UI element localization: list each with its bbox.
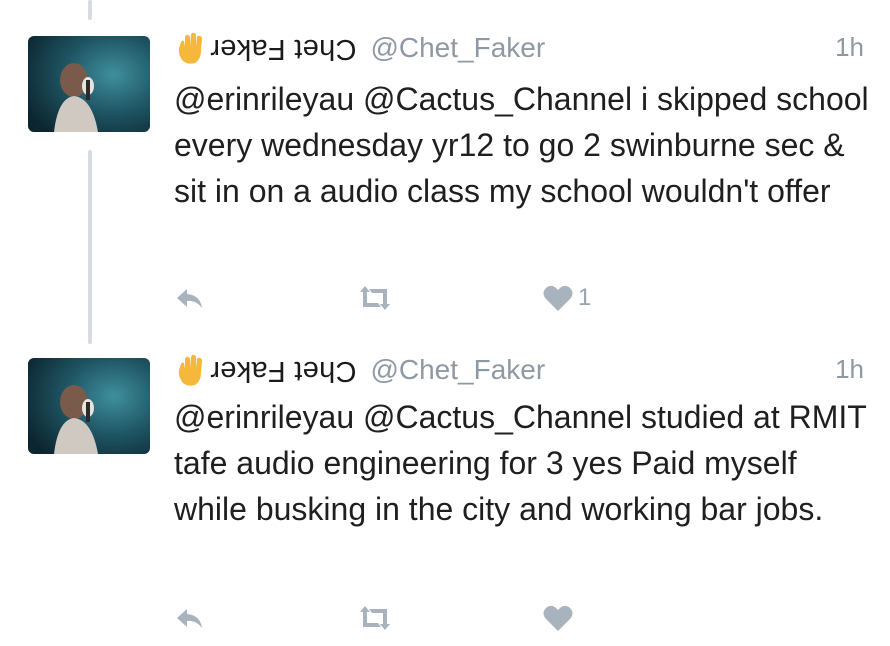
avatar[interactable] [28, 358, 150, 454]
thread-line-top [88, 0, 92, 20]
retweet-button[interactable] [354, 280, 396, 316]
like-count: 1 [578, 284, 592, 311]
user-handle[interactable]: @Chet_Faker [370, 354, 545, 386]
display-name[interactable]: Chet Faker [210, 354, 356, 387]
heart-icon [543, 605, 573, 631]
raised-hand-icon [178, 354, 202, 386]
reply-icon [177, 289, 202, 308]
reply-button[interactable] [174, 600, 206, 636]
tweet-header: Chet Faker @Chet_Faker [176, 28, 545, 68]
timestamp[interactable]: 1h [835, 354, 864, 385]
heart-icon [543, 285, 573, 311]
reply-icon [177, 609, 202, 628]
tweet-2[interactable]: Chet Faker @Chet_Faker 1h @erinrileyau @… [0, 350, 890, 646]
like-button[interactable] [542, 600, 578, 636]
raised-hand-icon [178, 32, 202, 64]
retweet-icon [360, 606, 390, 630]
timestamp[interactable]: 1h [835, 32, 864, 63]
tweet-feed: Chet Faker @Chet_Faker 1h @erinrileyau @… [0, 0, 890, 646]
tweet-text: @erinrileyau @Cactus_Channel i skipped s… [174, 81, 869, 209]
reply-button[interactable] [174, 280, 206, 316]
tweet-header: Chet Faker @Chet_Faker [176, 350, 545, 390]
tweet-actions [174, 600, 674, 636]
tweet-actions: 1 [174, 280, 674, 316]
retweet-icon [360, 286, 390, 310]
avatar[interactable] [28, 36, 150, 132]
display-name[interactable]: Chet Faker [210, 32, 356, 65]
tweet-text: @erinrileyau @Cactus_Channel studied at … [174, 399, 867, 527]
retweet-button[interactable] [354, 600, 396, 636]
tweet-1[interactable]: Chet Faker @Chet_Faker 1h @erinrileyau @… [0, 28, 890, 328]
like-button[interactable]: 1 [542, 280, 591, 316]
user-handle[interactable]: @Chet_Faker [370, 32, 545, 64]
